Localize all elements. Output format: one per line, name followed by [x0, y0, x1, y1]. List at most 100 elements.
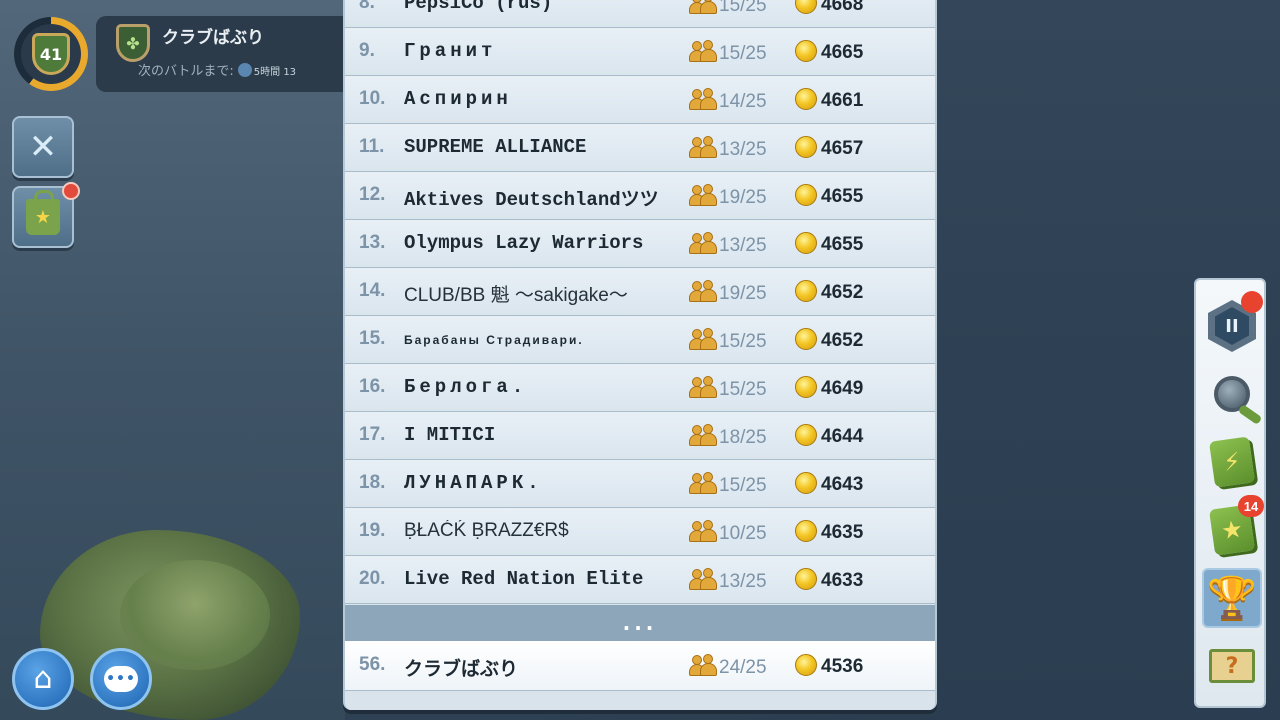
club-name: I MITICI — [404, 424, 496, 446]
level-progress-ring[interactable]: 41 — [14, 17, 88, 91]
coin-icon — [795, 280, 817, 302]
lightning-card-icon: ⚡ — [1208, 436, 1256, 488]
coin-icon — [795, 184, 817, 206]
tools-button[interactable]: ✕ — [12, 116, 74, 178]
rank-number: 56. — [359, 654, 386, 675]
member-count: 14/25 — [689, 88, 767, 113]
wrench-screwdriver-icon: ✕ — [28, 127, 58, 167]
trophy-icon: 🏆 — [1207, 575, 1257, 621]
coin-icon — [795, 472, 817, 494]
leaderboard-gap-separator: ... — [345, 605, 935, 641]
people-icon — [689, 136, 717, 158]
leaderboard-row[interactable]: 13. Olympus Lazy Warriors 13/25 4655 — [345, 220, 935, 268]
speech-bubble-icon: ••• — [104, 666, 138, 692]
club-points: 4643 — [795, 472, 863, 496]
people-icon — [689, 472, 717, 494]
member-count: 10/25 — [689, 520, 767, 545]
leaderboard-footer — [345, 692, 935, 710]
member-count: 13/25 — [689, 232, 767, 257]
member-count-value: 15/25 — [719, 43, 767, 64]
help-button[interactable]: ? — [1202, 636, 1262, 696]
club-points: 4649 — [795, 376, 863, 400]
rank-number: 19. — [359, 520, 386, 541]
member-count: 15/25 — [689, 376, 767, 401]
people-icon — [689, 568, 717, 590]
next-battle-timer: 次のバトルまで: 5時間 13 — [138, 60, 296, 79]
clock-icon — [237, 63, 252, 77]
coin-icon — [795, 40, 817, 62]
magnifier-icon — [1214, 376, 1250, 412]
people-icon — [689, 328, 717, 350]
club-points-value: 4657 — [821, 138, 864, 159]
club-name: クラブばぶり — [404, 659, 519, 681]
club-info-panel[interactable]: ✤ クラブばぶり 次のバトルまで: 5時間 13 — [96, 16, 356, 92]
club-points: 4661 — [795, 88, 863, 112]
club-points: 4644 — [795, 424, 863, 448]
people-icon — [689, 376, 717, 398]
member-count: 19/25 — [689, 184, 767, 209]
club-points: 4652 — [795, 328, 863, 352]
leaderboard-row[interactable]: 12. Aktives Deutschlandツツ 19/25 4655 — [345, 172, 935, 220]
leaderboard-row[interactable]: 16. Берлога. 15/25 4649 — [345, 364, 935, 412]
coin-icon — [795, 232, 817, 254]
leaderboard-row[interactable]: 18. ЛУНАПАРК. 15/25 4643 — [345, 460, 935, 508]
own-club-row[interactable]: 56. クラブばぶり 24/25 4536 — [345, 641, 935, 691]
member-count-value: 13/25 — [719, 139, 767, 160]
member-count: 15/25 — [689, 472, 767, 497]
club-name: Берлога. — [404, 376, 528, 398]
member-count-value: 10/25 — [719, 523, 767, 544]
rank-number: 9. — [359, 40, 375, 61]
club-points-value: 4655 — [821, 234, 864, 255]
help-book-icon: ? — [1209, 649, 1255, 683]
member-count: 13/25 — [689, 136, 767, 161]
rank-number: 8. — [359, 0, 375, 13]
club-points-value: 4633 — [821, 570, 864, 591]
club-points-value: 4665 — [821, 42, 864, 63]
people-icon — [689, 520, 717, 542]
leaderboard-row[interactable]: 20. Live Red Nation Elite 13/25 4633 — [345, 556, 935, 604]
member-count-value: 18/25 — [719, 427, 767, 448]
member-count-value: 15/25 — [719, 0, 767, 16]
boost-button[interactable]: ⚡ — [1202, 432, 1262, 492]
search-button[interactable] — [1202, 364, 1262, 424]
club-name: Барабаны Страдивари. — [404, 333, 584, 347]
member-count-value: 13/25 — [719, 571, 767, 592]
club-name: ЛУНАПАРК. — [404, 472, 543, 494]
right-menu-panel: II ⚡ ★ 🏆 ? — [1194, 278, 1266, 708]
rank-number: 11. — [359, 136, 385, 157]
leaderboard-row[interactable]: 19. ḄŁAĆḰ ḄRAZZ€R$ 10/25 4635 — [345, 508, 935, 556]
leaderboard-row[interactable]: 8. PepsiCo (rus) 15/25 4668 — [345, 0, 935, 28]
leaderboard-row[interactable]: 11. SUPREME ALLIANCE 13/25 4657 — [345, 124, 935, 172]
rank-number: 18. — [359, 472, 386, 493]
club-points: 4536 — [795, 654, 863, 678]
member-count-value: 19/25 — [719, 283, 767, 304]
leaderboard-tab-button[interactable]: 🏆 — [1202, 568, 1262, 628]
club-points-value: 4652 — [821, 330, 864, 351]
shop-notification-dot — [62, 182, 80, 200]
coin-icon — [795, 424, 817, 446]
leaderboard-row[interactable]: 14. CLUB/BB 魁 〜sakigake〜 19/25 4652 — [345, 268, 935, 316]
club-name: Гранит — [404, 40, 497, 62]
club-name: CLUB/BB 魁 〜sakigake〜 — [404, 285, 628, 306]
rank-number: 13. — [359, 232, 386, 253]
member-count: 19/25 — [689, 280, 767, 305]
people-icon — [689, 280, 717, 302]
pause-notification-dot — [1241, 291, 1263, 313]
club-points-value: 4649 — [821, 378, 864, 399]
leaderboard-row[interactable]: 17. I MITICI 18/25 4644 — [345, 412, 935, 460]
coin-icon — [795, 0, 817, 14]
leaderboard-row[interactable]: 15. Барабаны Страдивари. 15/25 4652 — [345, 316, 935, 364]
rank-number: 10. — [359, 88, 386, 109]
leaderboard-row[interactable]: 9. Гранит 15/25 4665 — [345, 28, 935, 76]
leaderboard-rows[interactable]: 8. PepsiCo (rus) 15/25 4668 9. Гранит 15/25 466… — [345, 0, 935, 604]
member-count-value: 19/25 — [719, 187, 767, 208]
coin-icon — [795, 376, 817, 398]
people-icon — [689, 40, 717, 62]
club-leaderboard[interactable]: 8. PepsiCo (rus) 15/25 4668 9. Гранит 15/25 466… — [343, 0, 937, 710]
people-icon — [689, 654, 717, 676]
chat-button[interactable]: ••• — [90, 648, 152, 710]
club-points: 4657 — [795, 136, 863, 160]
home-button[interactable]: ⌂ — [12, 648, 74, 710]
leaderboard-row[interactable]: 10. Аспирин 14/25 4661 — [345, 76, 935, 124]
club-name: Olympus Lazy Warriors — [404, 232, 644, 254]
